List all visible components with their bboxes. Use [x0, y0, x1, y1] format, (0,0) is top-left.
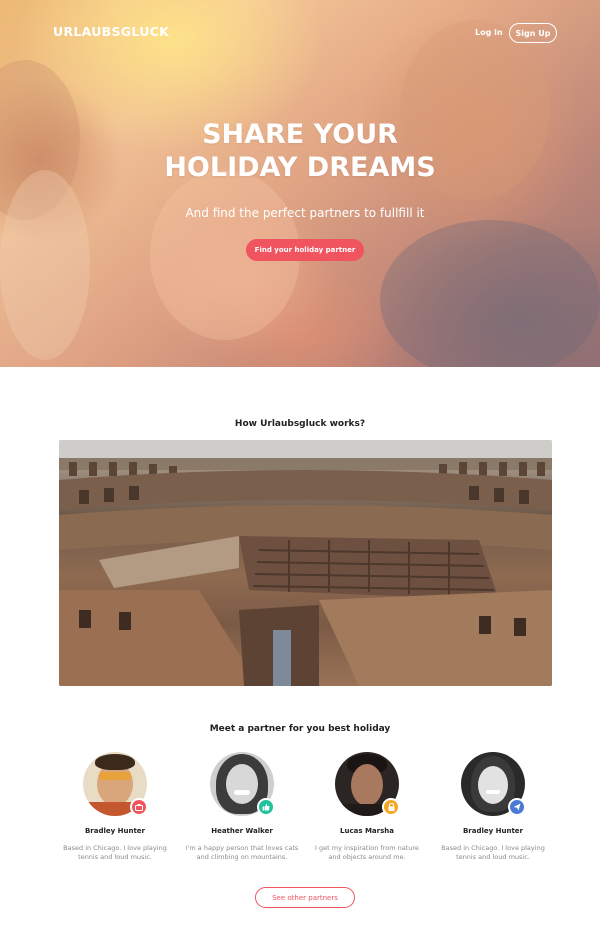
partner-bio: I'm a happy person that loves cats and c… — [185, 844, 299, 861]
avatar-wrap — [461, 752, 526, 816]
login-link[interactable]: Log in — [475, 28, 503, 37]
hero-photo-figure — [0, 170, 90, 360]
partner-name: Lucas Marsha — [340, 827, 394, 835]
thumbs-up-icon — [257, 798, 275, 816]
camera-icon — [130, 798, 148, 816]
partner-name: Bradley Hunter — [84, 827, 146, 835]
signup-button[interactable]: Sign Up — [509, 23, 557, 43]
how-it-works-image[interactable] — [59, 440, 552, 686]
avatar-wrap — [83, 752, 148, 816]
hero-subtitle: And find the perfect partners to fullfil… — [185, 206, 425, 220]
partner-card[interactable]: Lucas Marsha I get my inspiration from n… — [302, 752, 432, 862]
avatar-wrap — [335, 752, 400, 816]
lock-icon — [382, 798, 400, 816]
partner-bio: I get my inspiration from nature and obj… — [315, 844, 419, 861]
hero-photo-figure — [380, 220, 600, 367]
hero-title: SHARE YOUR HOLIDAY DREAMS — [100, 118, 500, 184]
partner-card[interactable]: Heather Walker I'm a happy person that l… — [177, 752, 307, 862]
partner-bio: Based in Chicago. I love playing tennis … — [441, 844, 545, 861]
hero-title-line: SHARE YOUR — [202, 119, 398, 150]
see-other-partners-button[interactable]: See other partners — [255, 887, 355, 908]
find-partner-button[interactable]: Find your holiday partner — [246, 239, 364, 261]
colosseum-illustration — [59, 440, 552, 686]
how-it-works-title: How Urlaubsgluck works? — [234, 419, 366, 429]
partner-name: Bradley Hunter — [462, 827, 524, 835]
hero-title-line: HOLIDAY DREAMS — [164, 152, 436, 183]
partners-title: Meet a partner for you best holiday — [209, 724, 391, 734]
partner-name: Heather Walker — [211, 827, 273, 835]
hero-section: URLAUBSGLUCK Log in Sign Up SHARE YOUR H… — [0, 0, 600, 367]
partner-card[interactable]: Bradley Hunter Based in Chicago. I love … — [50, 752, 180, 862]
avatar-wrap — [210, 752, 275, 816]
paper-plane-icon — [508, 798, 526, 816]
brand-logo[interactable]: URLAUBSGLUCK — [53, 24, 169, 39]
partner-bio: Based in Chicago. I love playing tennis … — [63, 844, 167, 861]
partner-card[interactable]: Bradley Hunter Based in Chicago. I love … — [428, 752, 558, 862]
